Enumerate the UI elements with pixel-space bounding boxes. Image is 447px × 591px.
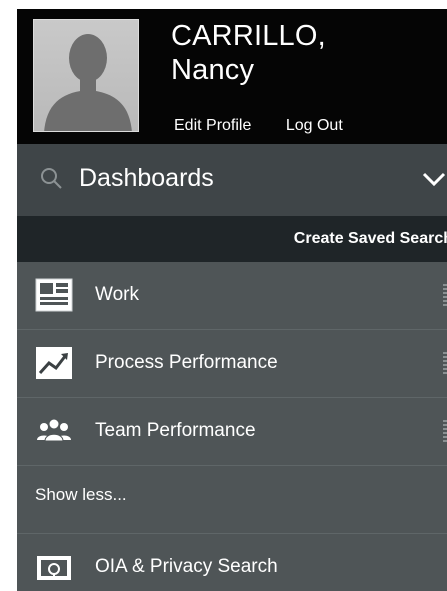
menu-item-process-performance[interactable]: Process Performance — [17, 330, 447, 398]
dashboards-header[interactable]: Dashboards — [17, 144, 447, 216]
user-name: CARRILLO, Nancy — [171, 19, 326, 87]
user-first-name: Nancy — [171, 54, 255, 86]
team-icon — [37, 418, 71, 442]
dashboards-title: Dashboards — [79, 164, 214, 192]
user-silhouette-icon — [44, 34, 132, 131]
menu-item-label: Process Performance — [95, 352, 278, 373]
drag-handle-icon[interactable] — [443, 352, 447, 376]
dashboard-sidebar: CARRILLO, Nancy Edit Profile Log Out Das… — [17, 9, 447, 591]
edit-profile-link[interactable]: Edit Profile — [174, 117, 251, 134]
menu-item-label: Team Performance — [95, 420, 256, 441]
menu-item-team-performance[interactable]: Team Performance — [17, 398, 447, 466]
create-saved-search-link[interactable]: Create Saved Search — [294, 230, 447, 248]
menu-item-work[interactable]: Work — [17, 262, 447, 330]
logout-link[interactable]: Log Out — [286, 117, 343, 134]
search-icon[interactable] — [39, 166, 63, 190]
show-less-link[interactable]: Show less... — [35, 485, 127, 505]
chevron-down-icon[interactable] — [421, 168, 447, 190]
profile-links: Edit Profile Log Out — [174, 117, 343, 135]
menu-item-oia-privacy-search[interactable]: OIA & Privacy Search — [17, 534, 447, 591]
work-list-icon — [35, 278, 73, 312]
menu-item-label: Work — [95, 284, 139, 305]
menu-item-label: OIA & Privacy Search — [95, 556, 278, 577]
profile-header: CARRILLO, Nancy Edit Profile Log Out — [17, 9, 447, 144]
drag-handle-icon[interactable] — [443, 284, 447, 308]
avatar — [33, 19, 139, 132]
drag-handle-icon[interactable] — [443, 420, 447, 444]
user-last-name: CARRILLO, — [171, 20, 326, 52]
trend-chart-icon — [36, 347, 72, 379]
saved-search-bar: Create Saved Search — [17, 216, 447, 262]
privacy-search-icon — [37, 556, 71, 580]
